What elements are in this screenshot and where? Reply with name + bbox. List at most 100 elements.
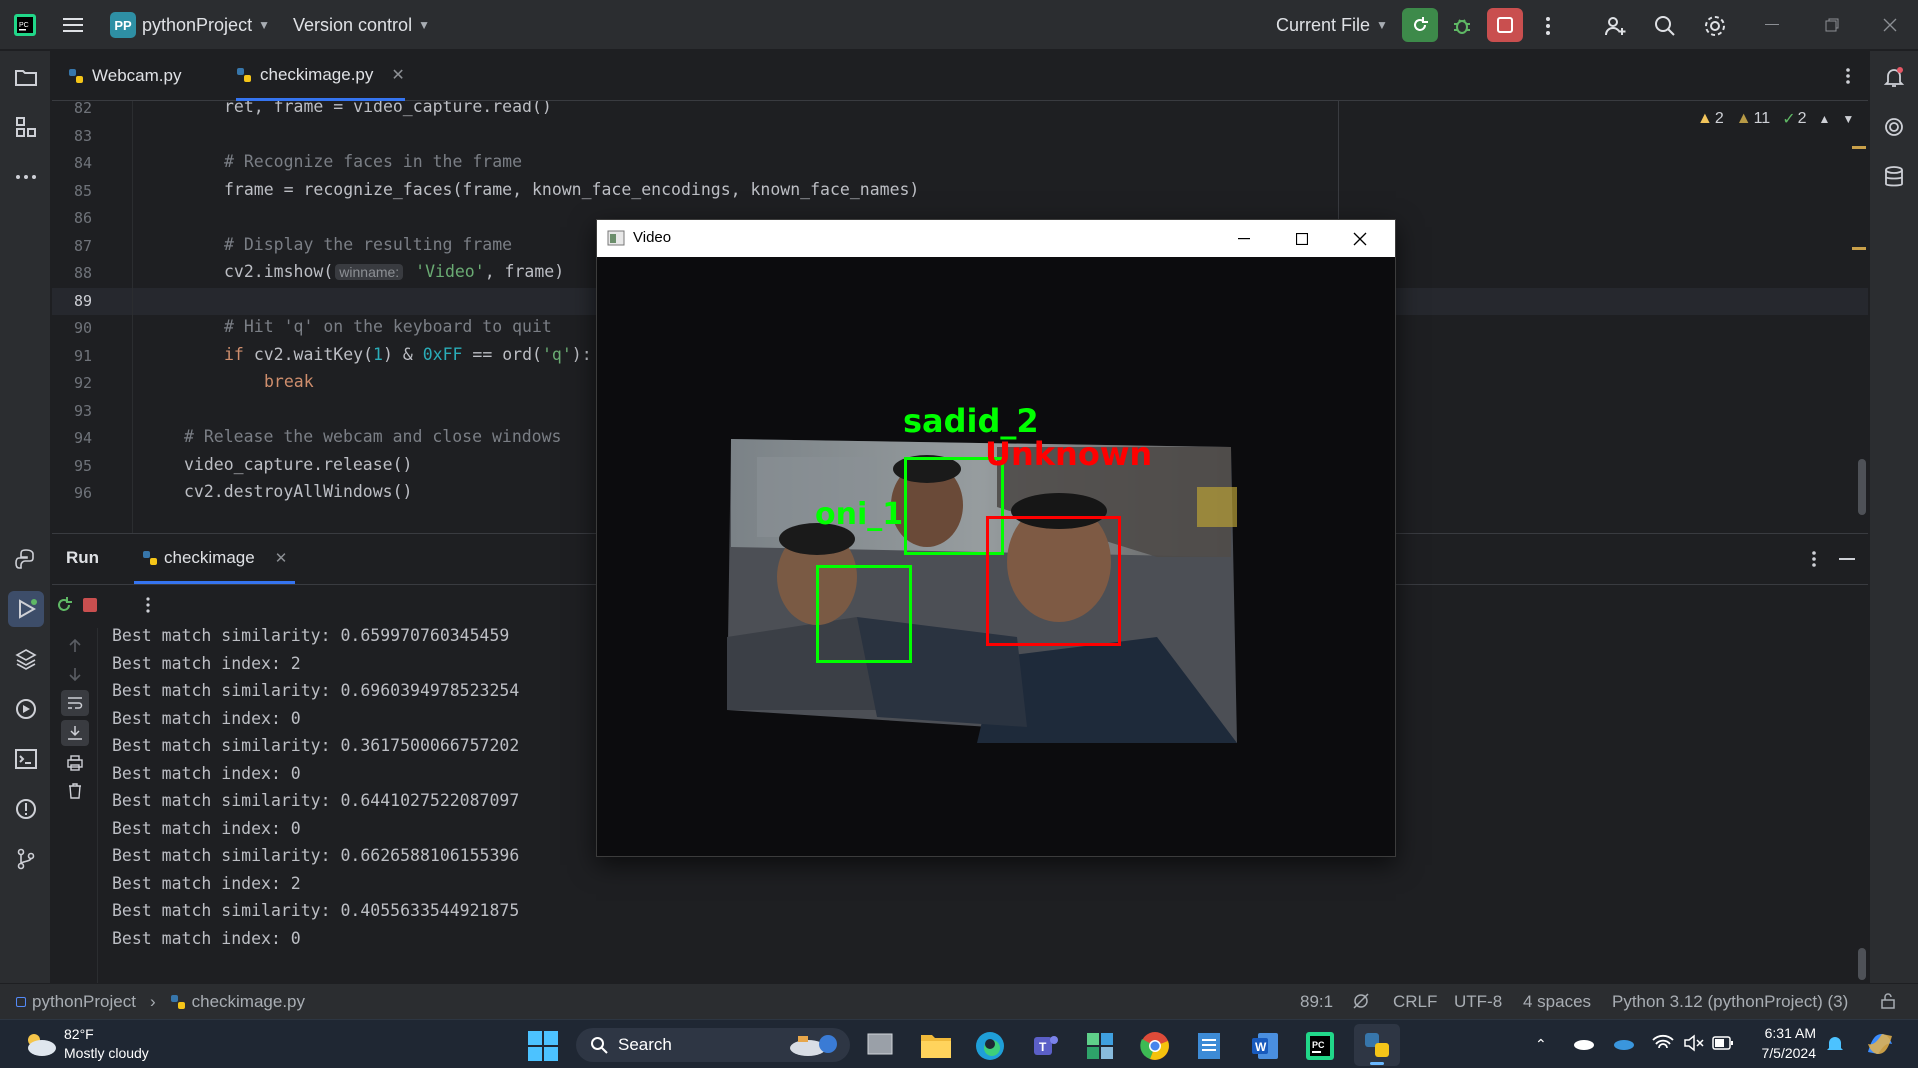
- notifications-icon[interactable]: [1880, 63, 1908, 91]
- show-hidden-icons-icon[interactable]: ⌃: [1535, 1036, 1547, 1053]
- hide-panel-icon[interactable]: [1836, 548, 1858, 570]
- problems-icon[interactable]: [12, 795, 40, 823]
- chevron-down-icon[interactable]: ▼: [1842, 112, 1854, 126]
- line-number[interactable]: 91: [52, 347, 92, 365]
- close-icon[interactable]: ✕: [275, 549, 288, 567]
- code-line[interactable]: cv2.imshow(winname: 'Video', frame): [224, 262, 564, 281]
- code-line[interactable]: frame = recognize_faces(frame, known_fac…: [224, 180, 919, 199]
- more-icon[interactable]: [12, 163, 40, 191]
- chevron-up-icon[interactable]: ▲: [1819, 112, 1831, 126]
- maximize-icon[interactable]: [1287, 228, 1317, 250]
- console-scrollbar[interactable]: [1858, 948, 1866, 980]
- line-number[interactable]: 84: [52, 154, 92, 172]
- tab-webcam-py[interactable]: Webcam.py: [68, 51, 181, 101]
- lock-icon[interactable]: [1880, 993, 1896, 1009]
- wifi-icon[interactable]: [1652, 1034, 1674, 1052]
- vcs-selector[interactable]: Version control ▼: [293, 0, 430, 50]
- restore-icon[interactable]: [1820, 14, 1844, 36]
- line-number[interactable]: 90: [52, 319, 92, 337]
- tab-options-icon[interactable]: [1838, 65, 1858, 87]
- inspection-widget[interactable]: ▲ 2 ▲ 11 ✓ 2 ▲ ▼: [1697, 109, 1854, 129]
- teams-icon[interactable]: T: [1030, 1031, 1060, 1061]
- minimize-icon[interactable]: [1229, 228, 1259, 250]
- breadcrumb-file[interactable]: checkimage.py: [192, 992, 305, 1012]
- code-line[interactable]: # Recognize faces in the frame: [224, 152, 522, 171]
- debug-icon[interactable]: [1448, 12, 1476, 40]
- breadcrumb-project[interactable]: pythonProject: [32, 992, 136, 1012]
- structure-icon[interactable]: [12, 113, 40, 141]
- video-window-titlebar[interactable]: Video: [597, 220, 1395, 257]
- video-window[interactable]: Video sadid_2 Unknown oni_1: [596, 219, 1396, 857]
- code-line[interactable]: # Hit 'q' on the keyboard to quit: [224, 317, 552, 336]
- main-menu-icon[interactable]: [60, 13, 86, 37]
- no-highlighting-icon[interactable]: [1352, 992, 1370, 1010]
- project-selector[interactable]: PP pythonProject ▼: [110, 0, 270, 50]
- python-console-icon[interactable]: [12, 545, 40, 573]
- minimize-icon[interactable]: [1760, 14, 1784, 36]
- run-tab-checkimage[interactable]: checkimage ✕: [134, 534, 296, 584]
- code-line[interactable]: # Release the webcam and close windows: [184, 427, 562, 446]
- line-number[interactable]: 85: [52, 182, 92, 200]
- pycharm-taskbar-icon[interactable]: PC: [1305, 1031, 1335, 1061]
- weather-temp[interactable]: 82°F: [64, 1026, 94, 1042]
- code-line[interactable]: cv2.destroyAllWindows(): [184, 482, 412, 501]
- more-actions-icon[interactable]: [1536, 12, 1560, 40]
- code-line[interactable]: video_capture.release(): [184, 455, 412, 474]
- line-number[interactable]: 94: [52, 429, 92, 447]
- onedrive-icon[interactable]: [1572, 1036, 1594, 1050]
- notepad-icon[interactable]: [1196, 1031, 1222, 1061]
- code-line[interactable]: ret, frame = video_capture.read(): [224, 101, 552, 116]
- caret-position[interactable]: 89:1: [1300, 992, 1333, 1012]
- line-number[interactable]: 88: [52, 264, 92, 282]
- gear-icon[interactable]: [1700, 11, 1730, 41]
- run-config-selector[interactable]: Current File ▼: [1276, 0, 1388, 50]
- edge-icon[interactable]: [975, 1031, 1005, 1061]
- python-taskbar-button[interactable]: [1354, 1024, 1400, 1066]
- close-icon[interactable]: ✕: [391, 65, 404, 85]
- battery-icon[interactable]: [1712, 1035, 1734, 1051]
- line-number[interactable]: 87: [52, 237, 92, 255]
- close-icon[interactable]: [1878, 14, 1902, 36]
- file-encoding[interactable]: UTF-8: [1454, 992, 1502, 1012]
- code-line[interactable]: # Display the resulting frame: [224, 235, 512, 254]
- line-number[interactable]: 92: [52, 374, 92, 392]
- xbox-app-icon[interactable]: [1085, 1031, 1115, 1061]
- word-icon[interactable]: W: [1250, 1031, 1280, 1061]
- more-icon[interactable]: [142, 594, 154, 616]
- line-number[interactable]: 89: [52, 292, 92, 310]
- terminal-icon[interactable]: [12, 745, 40, 773]
- rerun-icon[interactable]: [54, 594, 74, 616]
- chrome-icon[interactable]: [1140, 1031, 1170, 1061]
- line-number[interactable]: 86: [52, 209, 92, 227]
- line-number[interactable]: 82: [52, 101, 92, 117]
- add-user-icon[interactable]: [1600, 11, 1630, 41]
- volume-muted-icon[interactable]: [1683, 1034, 1705, 1052]
- editor-scrollbar[interactable]: [1858, 459, 1866, 515]
- line-number[interactable]: 96: [52, 484, 92, 502]
- services-icon[interactable]: [12, 695, 40, 723]
- line-separator[interactable]: CRLF: [1393, 992, 1437, 1012]
- indent-setting[interactable]: 4 spaces: [1523, 992, 1591, 1012]
- clock-date[interactable]: 7/5/2024: [1748, 1045, 1817, 1061]
- close-icon[interactable]: [1345, 228, 1375, 250]
- notification-bell-icon[interactable]: [1826, 1034, 1844, 1054]
- code-line[interactable]: break: [264, 372, 314, 391]
- taskbar-search[interactable]: Search: [576, 1028, 850, 1062]
- weather-desc[interactable]: Mostly cloudy: [64, 1045, 149, 1061]
- python-interpreter[interactable]: Python 3.12 (pythonProject) (3): [1612, 992, 1848, 1012]
- task-view-icon[interactable]: [866, 1032, 894, 1058]
- line-number[interactable]: 93: [52, 402, 92, 420]
- code-line[interactable]: if cv2.waitKey(1) & 0xFF == ord('q'):: [224, 345, 592, 364]
- line-number[interactable]: 95: [52, 457, 92, 475]
- windows-start-icon[interactable]: [528, 1031, 558, 1061]
- rerun-button[interactable]: [1402, 8, 1438, 42]
- search-icon[interactable]: [1650, 11, 1680, 41]
- panel-options-icon[interactable]: [1804, 548, 1824, 570]
- layers-icon[interactable]: [12, 645, 40, 673]
- stop-button[interactable]: [1487, 8, 1523, 42]
- line-number[interactable]: 83: [52, 127, 92, 145]
- stop-icon[interactable]: [80, 594, 100, 616]
- file-explorer-icon[interactable]: [920, 1031, 952, 1059]
- folder-icon[interactable]: [12, 63, 40, 91]
- clock-time[interactable]: 6:31 AM: [1758, 1025, 1816, 1041]
